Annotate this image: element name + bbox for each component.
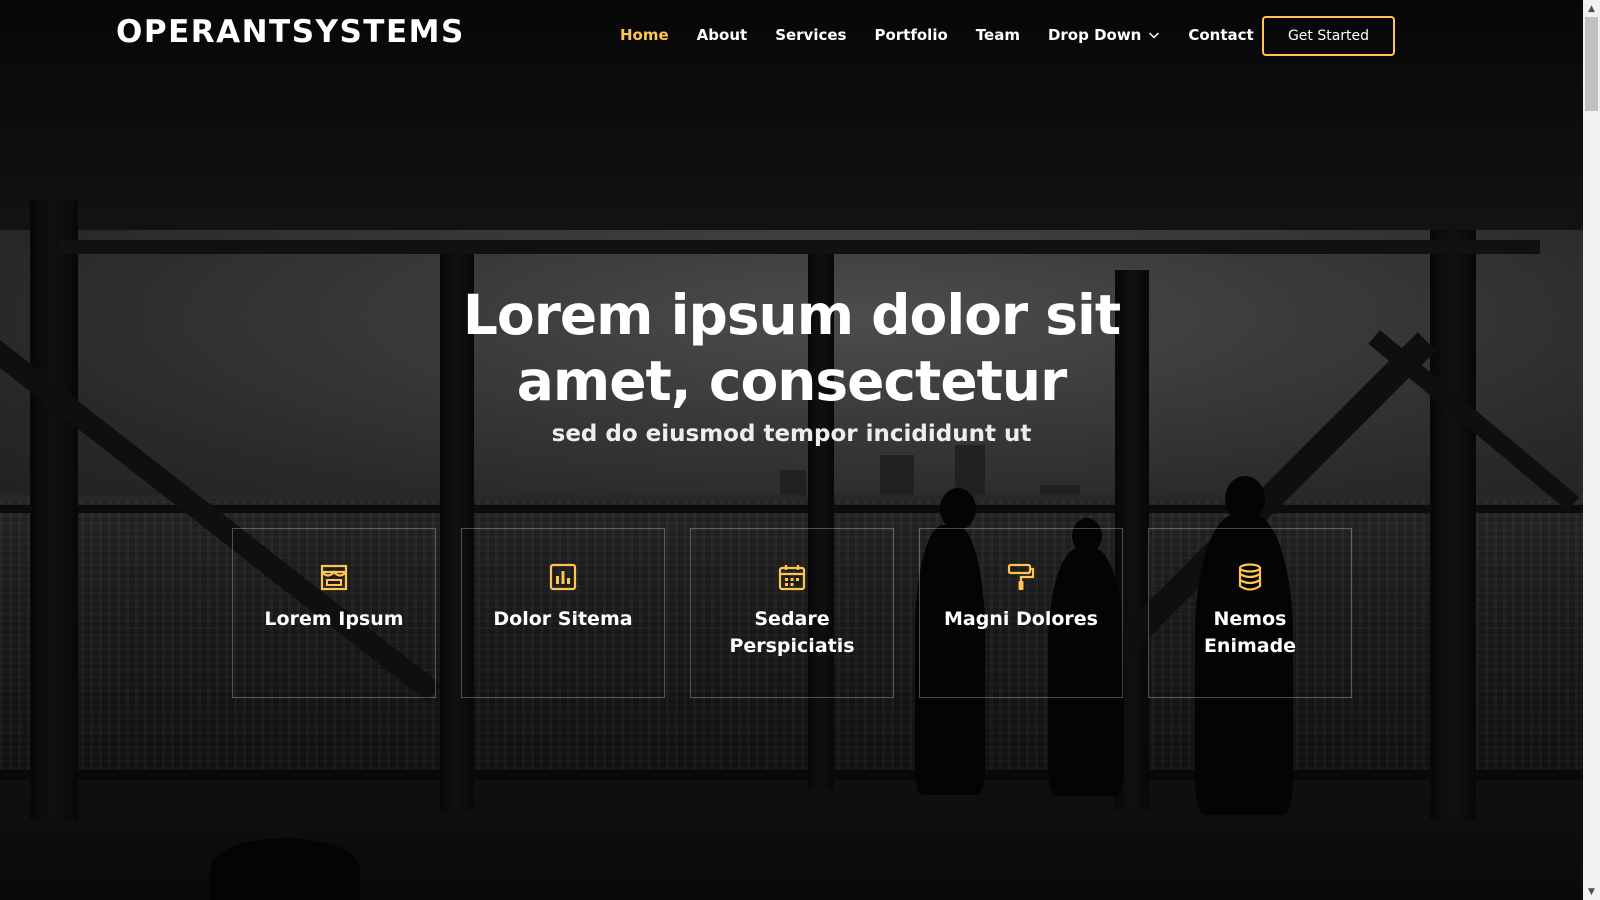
nav-item-label: Portfolio <box>874 26 948 44</box>
site-header: OPERANTSYSTEMS Home About Services Portf… <box>0 0 1583 75</box>
nav-item-label: Services <box>775 26 847 44</box>
nav-item-portfolio[interactable]: Portfolio <box>874 26 947 44</box>
feature-box-lorem-ipsum[interactable]: Lorem Ipsum <box>232 528 436 698</box>
page-scrollbar[interactable]: ▲ ▼ <box>1583 0 1600 900</box>
hero-section <box>0 0 1583 900</box>
feature-box-nemos-enimade[interactable]: Nemos Enimade <box>1148 528 1352 698</box>
hero-title-line-2: amet, consectetur <box>516 349 1067 413</box>
site-logo[interactable]: OPERANTSYSTEMS <box>116 14 465 50</box>
nav-item-team[interactable]: Team <box>976 26 1020 44</box>
calendar-icon <box>778 565 806 591</box>
feature-title: Sedare Perspiciatis <box>729 608 855 657</box>
feature-box-magni-dolores[interactable]: Magni Dolores <box>919 528 1123 698</box>
chevron-down-icon <box>1149 32 1160 39</box>
hero-title: Lorem ipsum dolor sit amet, consectetur <box>400 282 1183 414</box>
feature-title: Nemos Enimade <box>1203 608 1297 657</box>
hero-subtitle: sed do eiusmod tempor incididunt ut <box>551 421 1032 447</box>
nav-item-label: Team <box>975 26 1020 44</box>
nav-item-label: About <box>696 26 748 44</box>
nav-item-drop-down[interactable]: Drop Down <box>1048 26 1160 44</box>
main-nav: Home About Services Portfolio Team Drop … <box>620 26 1282 44</box>
scroll-down-arrow-icon[interactable]: ▼ <box>1583 883 1600 900</box>
feature-title: Magni Dolores <box>944 608 1098 630</box>
bar-chart-icon <box>549 563 577 591</box>
feature-box-dolor-sitema[interactable]: Dolor Sitema <box>461 528 665 698</box>
paint-roller-icon <box>1007 563 1035 590</box>
nav-item-services[interactable]: Services <box>775 26 846 44</box>
scroll-up-arrow-icon[interactable]: ▲ <box>1583 0 1600 17</box>
nav-item-about[interactable]: About <box>697 26 748 44</box>
hero-title-line-1: Lorem ipsum dolor sit <box>462 283 1121 347</box>
database-icon <box>1238 563 1262 591</box>
nav-item-label: Home <box>620 26 669 44</box>
get-started-button[interactable]: Get Started <box>1262 16 1395 56</box>
nav-item-home[interactable]: Home <box>620 26 669 44</box>
feature-title: Lorem Ipsum <box>264 608 404 630</box>
nav-item-label: Drop Down <box>1047 26 1142 44</box>
feature-boxes: Lorem Ipsum Dolor Sitema Sedare Perspici… <box>232 528 1377 698</box>
feature-box-sedare-perspiciatis[interactable]: Sedare Perspiciatis <box>690 528 894 698</box>
feature-title: Dolor Sitema <box>493 608 633 630</box>
store-icon <box>320 564 348 591</box>
nav-item-label: Contact <box>1188 26 1254 44</box>
nav-item-contact[interactable]: Contact <box>1188 26 1253 44</box>
scrollbar-thumb[interactable] <box>1585 17 1598 111</box>
